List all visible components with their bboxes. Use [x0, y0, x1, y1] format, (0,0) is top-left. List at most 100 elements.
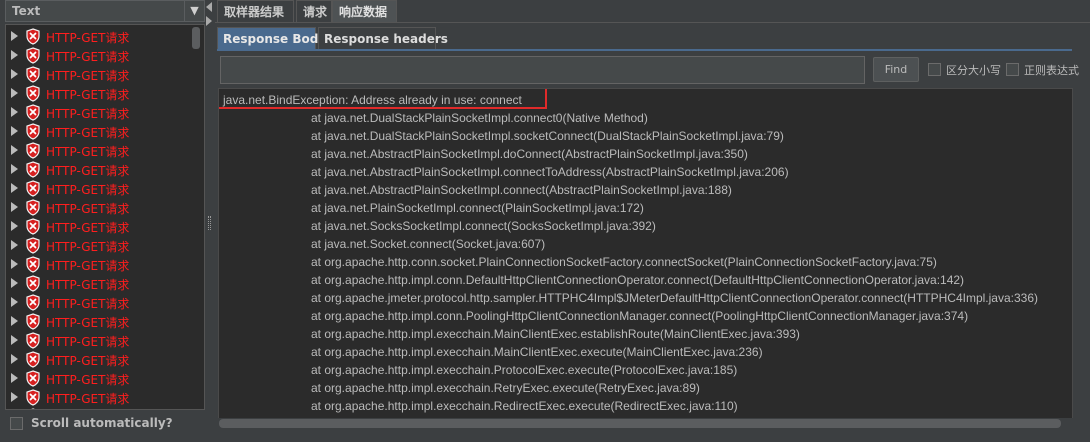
expand-triangle-icon[interactable]: [11, 297, 18, 307]
stack-trace-line: at org.apache.jmeter.protocol.http.sampl…: [311, 291, 1038, 305]
expand-triangle-icon[interactable]: [11, 221, 18, 231]
tab-response-body[interactable]: Response Body: [217, 27, 326, 49]
scroll-automatically-label: Scroll automatically?: [31, 416, 173, 430]
drag-grip-icon[interactable]: [208, 216, 211, 230]
result-label: HTTP-GET请求: [46, 88, 130, 102]
tab-response-headers[interactable]: Response headers: [318, 27, 448, 49]
regex-label: 正则表达式: [1024, 64, 1079, 77]
expand-triangle-icon[interactable]: [11, 278, 18, 288]
result-label: HTTP-GET请求: [46, 354, 130, 368]
result-row[interactable]: HTTP-GET请求: [6, 369, 192, 388]
error-shield-icon: [25, 104, 41, 121]
result-row[interactable]: HTTP-GET请求: [6, 331, 192, 350]
result-label: HTTP-GET请求: [46, 392, 130, 406]
stack-trace-line: at java.net.PlainSocketImpl.connect(Plai…: [311, 201, 644, 215]
result-row[interactable]: HTTP-GET请求: [6, 255, 192, 274]
renderer-select[interactable]: Text ▼: [5, 0, 205, 22]
chevron-down-icon[interactable]: ▼: [184, 1, 204, 21]
expand-triangle-icon[interactable]: [11, 126, 18, 136]
error-shield-icon: [25, 408, 41, 409]
horizontal-scrollbar-thumb[interactable]: [219, 419, 1061, 428]
result-label: HTTP-GET请求: [46, 145, 130, 159]
expand-triangle-icon[interactable]: [11, 164, 18, 174]
result-label: HTTP-GET请求: [46, 50, 130, 64]
results-panel: Text ▼ HTTP-GET请求 HTTP-GET请求 HTTP-GET请求 HTT…: [0, 0, 205, 442]
result-label: HTTP-GET请求: [46, 240, 130, 254]
vertical-scrollbar[interactable]: [1075, 88, 1089, 418]
result-row[interactable]: HTTP-GET请求: [6, 312, 192, 331]
tab-response-data[interactable]: 响应数据: [332, 0, 397, 22]
result-row[interactable]: HTTP-GET请求: [6, 274, 192, 293]
error-shield-icon: [25, 66, 41, 83]
collapse-right-icon[interactable]: [206, 16, 212, 26]
response-body-text[interactable]: java.net.BindException: Address already …: [218, 88, 1073, 428]
checkbox-box[interactable]: [928, 63, 941, 76]
collapse-left-icon[interactable]: [206, 2, 212, 12]
expand-triangle-icon[interactable]: [11, 373, 18, 383]
tab-divider: [215, 22, 1090, 23]
result-row[interactable]: HTTP-GET请求: [6, 198, 192, 217]
result-row[interactable]: HTTP-GET请求: [6, 217, 192, 236]
error-shield-icon: [25, 370, 41, 387]
expand-triangle-icon[interactable]: [11, 107, 18, 117]
expand-triangle-icon[interactable]: [11, 145, 18, 155]
result-row[interactable]: HTTP-GET请求: [6, 388, 192, 407]
checkbox-box[interactable]: [1006, 63, 1019, 76]
result-label: HTTP-GET请求: [46, 373, 130, 387]
result-row[interactable]: HTTP-GET请求: [6, 46, 192, 65]
tab-request[interactable]: 请求: [296, 0, 332, 22]
stack-trace-line: at org.apache.http.impl.execchain.MainCl…: [311, 327, 800, 341]
expand-triangle-icon[interactable]: [11, 88, 18, 98]
expand-triangle-icon[interactable]: [11, 392, 18, 402]
case-sensitive-label: 区分大小写: [946, 64, 1001, 77]
tree-scrollbar-thumb[interactable]: [192, 27, 200, 49]
result-row[interactable]: HTTP-GET请求: [6, 122, 192, 141]
result-row[interactable]: HTTP-GET请求: [6, 407, 192, 409]
error-shield-icon: [25, 351, 41, 368]
expand-triangle-icon[interactable]: [11, 316, 18, 326]
result-row[interactable]: HTTP-GET请求: [6, 103, 192, 122]
error-shield-icon: [25, 294, 41, 311]
result-row[interactable]: HTTP-GET请求: [6, 65, 192, 84]
tree-scrollbar[interactable]: [193, 27, 202, 407]
error-shield-icon: [25, 180, 41, 197]
result-row[interactable]: HTTP-GET请求: [6, 179, 192, 198]
error-shield-icon: [25, 237, 41, 254]
detail-panel: 取样器结果 请求 响应数据 Response Body Response hea…: [215, 0, 1090, 442]
result-row[interactable]: HTTP-GET请求: [6, 350, 192, 369]
stack-trace-line: at org.apache.http.impl.execchain.Protoc…: [311, 363, 738, 377]
split-divider[interactable]: [205, 0, 215, 442]
expand-triangle-icon[interactable]: [11, 259, 18, 269]
expand-triangle-icon[interactable]: [11, 354, 18, 364]
stack-trace-line: at java.net.AbstractPlainSocketImpl.conn…: [311, 165, 789, 179]
result-row[interactable]: HTTP-GET请求: [6, 84, 192, 103]
expand-triangle-icon[interactable]: [11, 69, 18, 79]
expand-triangle-icon[interactable]: [11, 31, 18, 41]
result-row[interactable]: HTTP-GET请求: [6, 293, 192, 312]
error-shield-icon: [25, 142, 41, 159]
search-input[interactable]: [220, 56, 865, 84]
subtab-divider: [217, 49, 1072, 51]
expand-triangle-icon[interactable]: [11, 335, 18, 345]
stack-trace-line: at java.net.AbstractPlainSocketImpl.conn…: [311, 183, 732, 197]
result-label: HTTP-GET请求: [46, 259, 130, 273]
result-label: HTTP-GET请求: [46, 297, 130, 311]
expand-triangle-icon[interactable]: [11, 183, 18, 193]
find-button[interactable]: Find: [873, 57, 919, 82]
stack-trace-line: at org.apache.http.impl.conn.DefaultHttp…: [311, 273, 965, 287]
expand-triangle-icon[interactable]: [11, 240, 18, 250]
result-row[interactable]: HTTP-GET请求: [6, 27, 192, 46]
tab-sampler-result[interactable]: 取样器结果: [217, 0, 294, 22]
error-shield-icon: [25, 313, 41, 330]
error-shield-icon: [25, 332, 41, 349]
checkbox-box[interactable]: [10, 417, 23, 430]
expand-triangle-icon[interactable]: [11, 50, 18, 60]
expand-triangle-icon[interactable]: [11, 202, 18, 212]
result-row[interactable]: HTTP-GET请求: [6, 236, 192, 255]
result-label: HTTP-GET请求: [46, 316, 130, 330]
stack-trace-line: at org.apache.http.impl.execchain.Redire…: [311, 399, 738, 413]
error-shield-icon: [25, 123, 41, 140]
result-row[interactable]: HTTP-GET请求: [6, 160, 192, 179]
error-shield-icon: [25, 85, 41, 102]
result-row[interactable]: HTTP-GET请求: [6, 141, 192, 160]
